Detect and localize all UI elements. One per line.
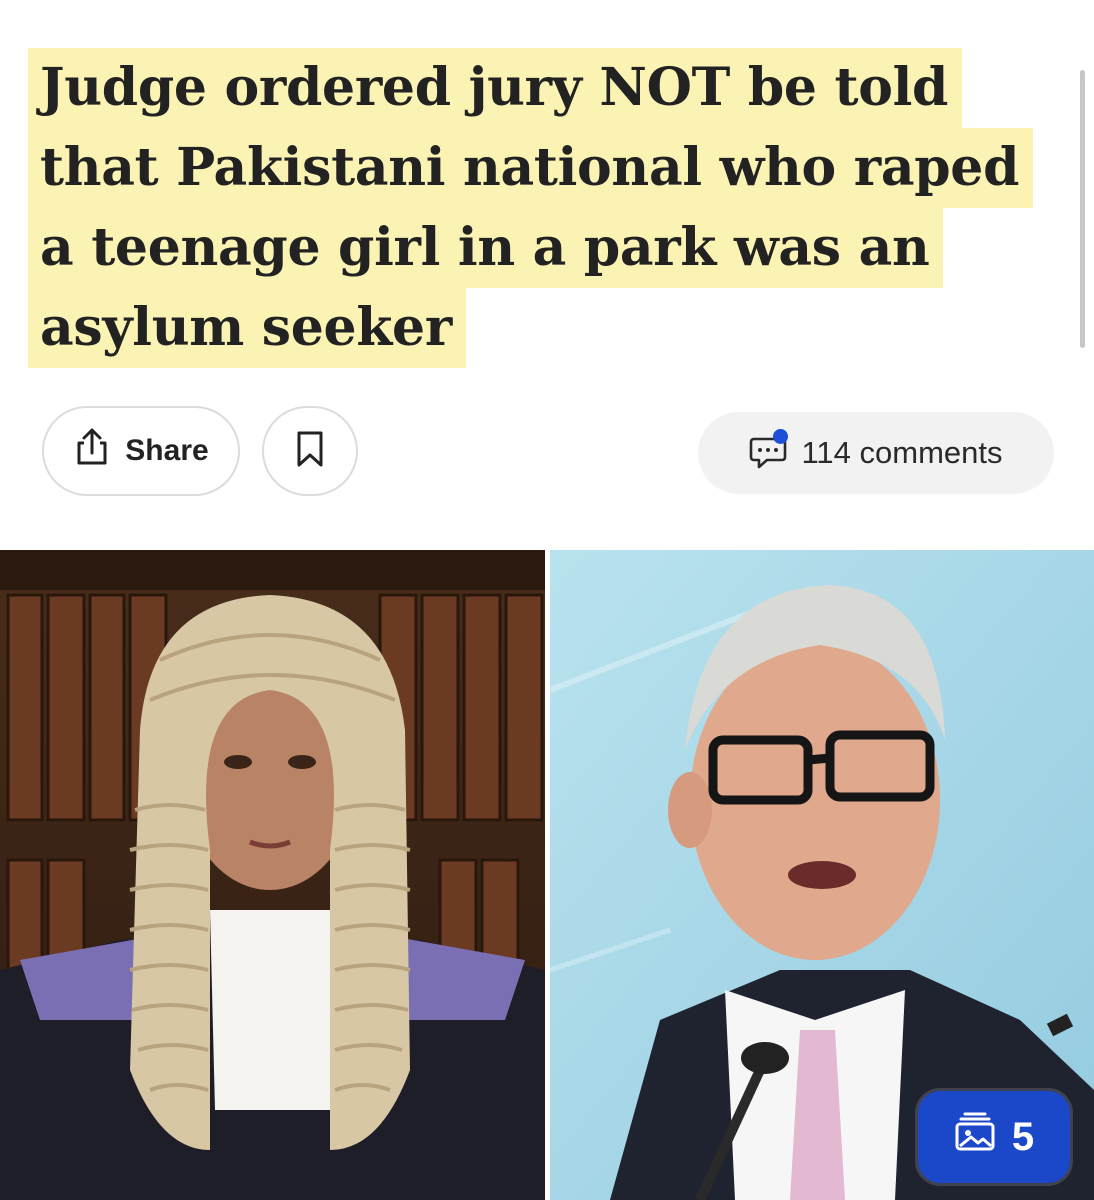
share-button[interactable]: Share [42,406,240,496]
share-label: Share [125,434,209,467]
gallery-count: 5 [1011,1114,1035,1159]
headline-line: that Pakistani national who raped [28,128,1034,208]
scrollbar[interactable] [1080,70,1085,348]
comments-count-label: 114 comments [801,435,1003,470]
headline-line: asylum seeker [28,288,466,368]
article-headline: Judge ordered jury NOT be told that Paki… [28,48,1038,368]
bookmark-button[interactable] [262,406,358,496]
bookmark-icon [295,430,325,473]
image-gallery-icon [954,1112,996,1162]
comments-button[interactable]: 114 comments [698,412,1054,494]
headline-line: a teenage girl in a park was an [28,208,944,288]
headline-line: Judge ordered jury NOT be told [28,48,963,128]
photo-judge[interactable] [0,550,545,1200]
judge-photo-illustration [0,550,545,1200]
comment-bubble-icon [749,429,789,471]
gallery-badge[interactable]: 5 [918,1091,1070,1183]
share-icon [73,427,111,475]
article-page: Judge ordered jury NOT be told that Paki… [0,0,1094,1200]
